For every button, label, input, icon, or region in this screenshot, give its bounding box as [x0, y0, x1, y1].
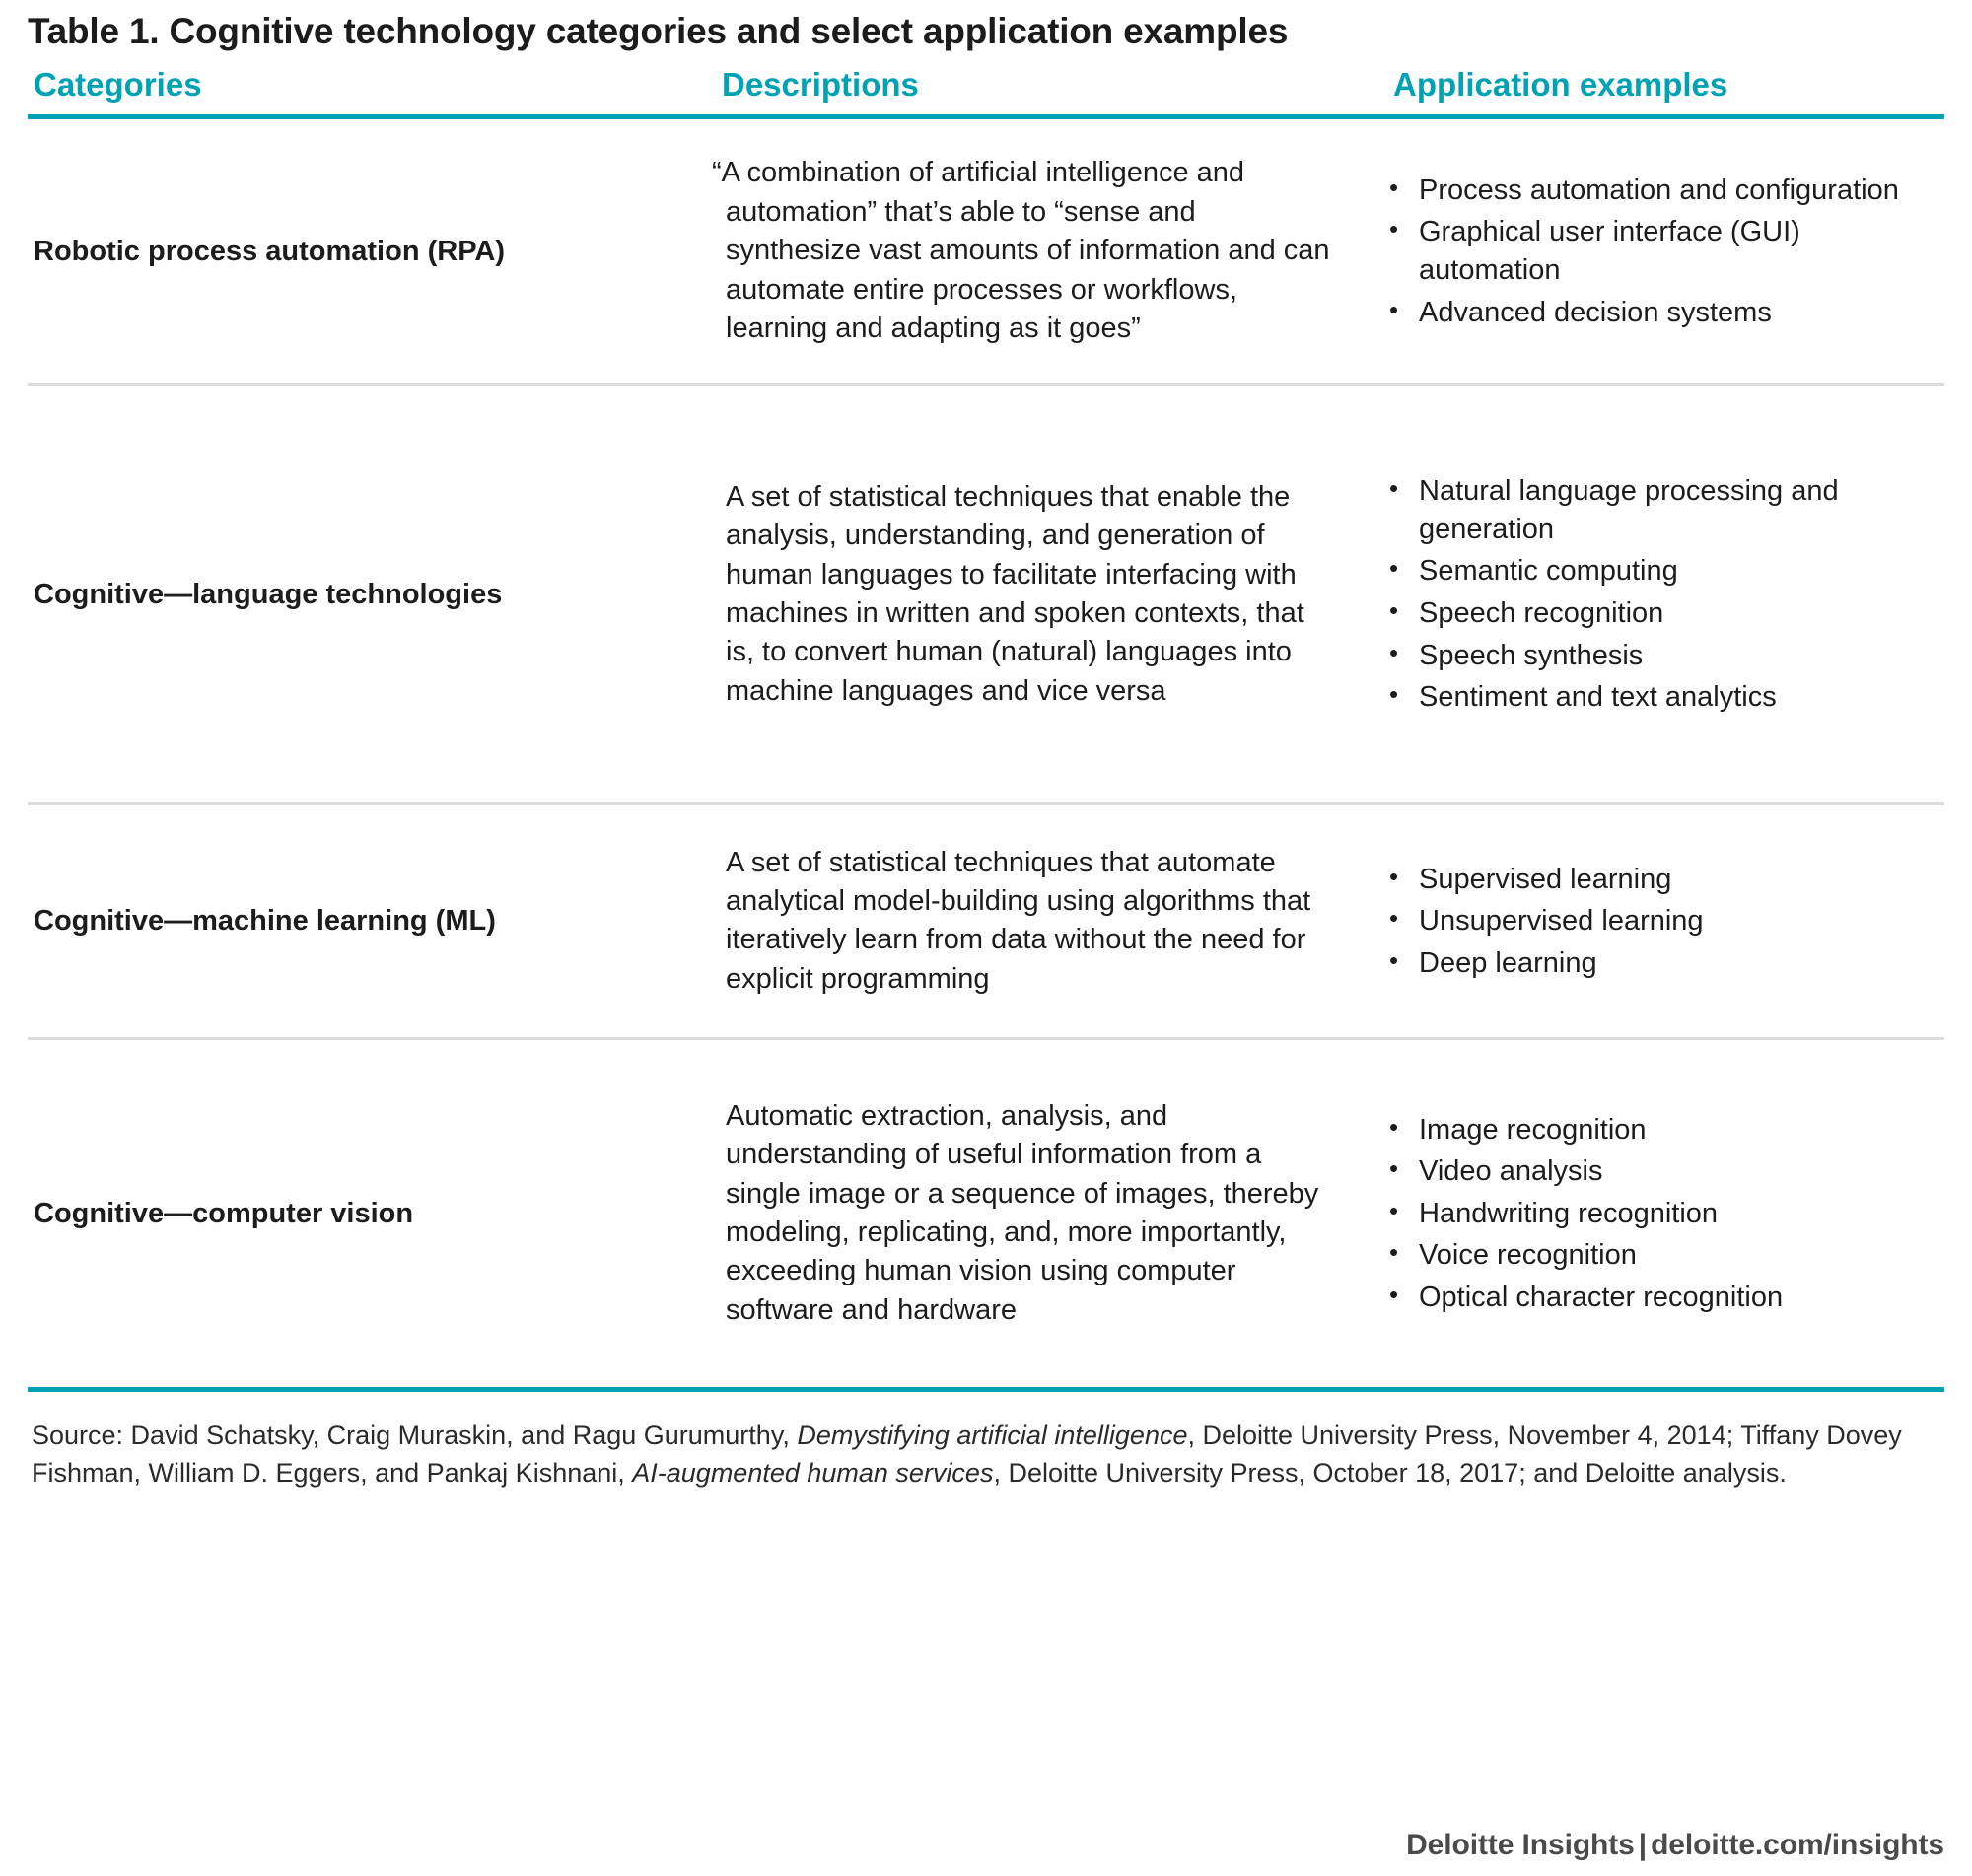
list-item: Optical character recognition [1379, 1278, 1944, 1317]
row-description-text: A set of statistical techniques that aut… [726, 846, 1311, 995]
list-item: Semantic computing [1379, 551, 1944, 591]
examples-list: Natural language processing and generati… [1379, 471, 1944, 717]
brand-url[interactable]: deloitte.com/insights [1651, 1829, 1944, 1861]
row-examples: Image recognition Video analysis Handwri… [1354, 1110, 1944, 1317]
row-description: Automatic extraction, analysis, and unde… [708, 1097, 1354, 1331]
list-item: Natural language processing and generati… [1379, 471, 1944, 548]
list-item: Speech recognition [1379, 593, 1944, 633]
row-examples: Natural language processing and generati… [1354, 471, 1944, 717]
table-header-row: Categories Descriptions Application exam… [28, 65, 1944, 114]
row-category: Cognitive—computer vision [34, 1197, 414, 1229]
examples-list: Image recognition Video analysis Handwri… [1379, 1110, 1944, 1317]
examples-list: Supervised learning Unsupervised learnin… [1379, 860, 1944, 983]
column-header-application-examples: Application examples [1393, 66, 1728, 104]
row-description-text: “A combination of artificial intelligenc… [712, 157, 1330, 345]
list-item: Unsupervised learning [1379, 901, 1944, 940]
row-examples: Supervised learning Unsupervised learnin… [1354, 860, 1944, 983]
row-description: A set of statistical techniques that aut… [708, 844, 1354, 1000]
list-item: Voice recognition [1379, 1235, 1944, 1275]
brand-footer: Deloitte Insights | deloitte.com/insights [1406, 1829, 1944, 1862]
row-description-text: Automatic extraction, analysis, and unde… [726, 1099, 1319, 1326]
brand-name: Deloitte Insights [1406, 1829, 1635, 1861]
list-item: Supervised learning [1379, 860, 1944, 899]
list-item: Advanced decision systems [1379, 293, 1944, 332]
table-page: Table 1. Cognitive technology categories… [0, 0, 1972, 1876]
column-header-categories: Categories [34, 66, 202, 104]
row-description-text: A set of statistical techniques that ena… [726, 480, 1304, 707]
source-italic-title-2: AI-augmented human services [632, 1457, 994, 1488]
list-item: Handwriting recognition [1379, 1194, 1944, 1233]
list-item: Speech synthesis [1379, 636, 1944, 675]
table-row: Cognitive—language technologies A set of… [28, 386, 1944, 802]
list-item: Graphical user interface (GUI) automatio… [1379, 212, 1944, 289]
row-category: Robotic process automation (RPA) [34, 235, 505, 267]
source-note: Source: David Schatsky, Craig Muraskin, … [28, 1392, 1944, 1493]
list-item: Process automation and configuration [1379, 171, 1944, 210]
row-category: Cognitive—language technologies [34, 578, 503, 610]
row-examples: Process automation and configuration Gra… [1354, 171, 1944, 332]
column-header-descriptions: Descriptions [722, 66, 919, 104]
row-category: Cognitive—machine learning (ML) [34, 905, 496, 938]
list-item: Image recognition [1379, 1110, 1944, 1149]
list-item: Deep learning [1379, 943, 1944, 983]
row-description: “A combination of artificial intelligenc… [708, 154, 1354, 348]
examples-list: Process automation and configuration Gra… [1379, 171, 1944, 332]
source-italic-title-1: Demystifying artificial intelligence [797, 1420, 1188, 1450]
row-description: A set of statistical techniques that ena… [708, 478, 1354, 712]
brand-separator: | [1638, 1829, 1648, 1861]
page-title: Table 1. Cognitive technology categories… [28, 11, 1289, 51]
source-part-1: Source: David Schatsky, Craig Muraskin, … [32, 1420, 798, 1450]
table-row: Cognitive—machine learning (ML) A set of… [28, 805, 1944, 1037]
table-row: Robotic process automation (RPA) “A comb… [28, 119, 1944, 383]
list-item: Sentiment and text analytics [1379, 677, 1944, 717]
source-part-3: , Deloitte University Press, October 18,… [993, 1457, 1787, 1488]
list-item: Video analysis [1379, 1151, 1944, 1191]
table-row: Cognitive—computer vision Automatic extr… [28, 1040, 1944, 1387]
